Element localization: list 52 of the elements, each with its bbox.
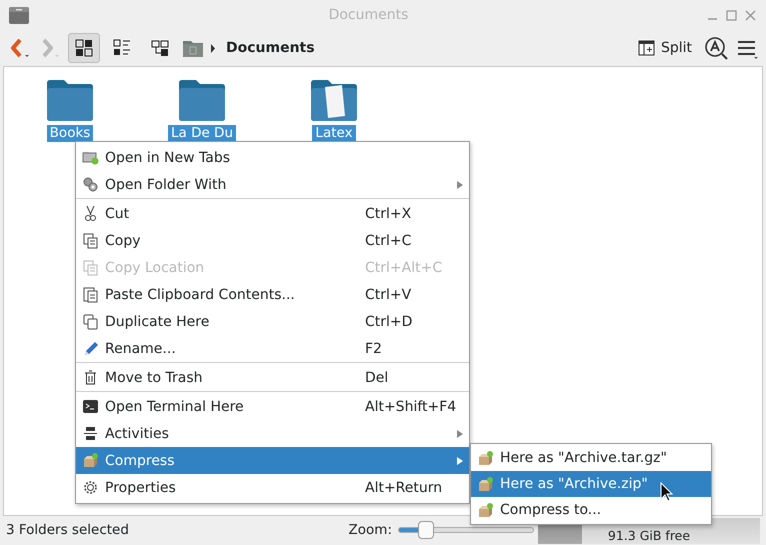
trash-icon [82, 369, 99, 386]
menu-item[interactable]: Move to Trash Del [76, 364, 469, 392]
menu-item[interactable]: Copy Ctrl+C [76, 227, 469, 254]
status-text: 3 Folders selected [6, 522, 129, 538]
folder-icon[interactable] [46, 79, 94, 121]
folder-icon[interactable] [178, 79, 226, 121]
package-icon [477, 502, 494, 518]
zoom-label: Zoom: [348, 522, 392, 538]
breadcrumb-arrow-icon [210, 44, 216, 52]
activities-icon [82, 425, 99, 442]
copy-icon [82, 259, 99, 276]
submenu-arrow-icon [457, 430, 463, 438]
menu-item[interactable]: Rename... F2 [76, 335, 469, 363]
app-icon [8, 5, 30, 25]
terminal-icon [82, 398, 99, 415]
breadcrumb-item[interactable]: Documents [226, 40, 315, 56]
clipboard-icon [82, 286, 99, 303]
icons-view-icon[interactable] [68, 33, 100, 63]
scissors-icon [82, 205, 99, 222]
slider-thumb[interactable] [418, 521, 434, 539]
menu-item[interactable]: Here as "Archive.zip" [471, 471, 711, 497]
folder-icon[interactable] [182, 38, 204, 58]
menu-item[interactable]: Here as "Archive.tar.gz" [471, 445, 711, 471]
menu-item[interactable]: Duplicate Here Ctrl+D [76, 308, 469, 335]
cursor-icon [660, 482, 674, 502]
package-icon [477, 450, 494, 466]
package-icon [477, 476, 494, 492]
menu-item[interactable]: Open Folder With [76, 171, 469, 199]
menu-item[interactable]: Cut Ctrl+X [76, 200, 469, 227]
menu-item[interactable]: Activities [76, 420, 469, 447]
menu-item[interactable]: Compress [76, 447, 469, 474]
split-view-icon [638, 40, 655, 56]
tabs-icon [82, 149, 99, 166]
package-icon [82, 452, 99, 469]
menu-item[interactable]: Open Terminal Here Alt+Shift+F4 [76, 393, 469, 420]
document-folder-icon[interactable] [310, 79, 358, 121]
menu-item[interactable]: Properties Alt+Return [76, 474, 469, 501]
duplicate-icon [82, 313, 99, 330]
menu-item[interactable]: Paste Clipboard Contents... Ctrl+V [76, 281, 469, 308]
submenu-arrow-icon [457, 180, 463, 188]
pencil-icon [82, 340, 99, 357]
split-button[interactable]: Split [632, 38, 698, 58]
search-icon[interactable] [704, 36, 730, 60]
gear-icon [82, 479, 99, 496]
back-icon[interactable] [8, 37, 32, 59]
window-title: Documents [328, 7, 410, 23]
menu-item[interactable]: Compress to... [471, 497, 711, 523]
submenu-arrow-icon [457, 456, 463, 464]
menu-item[interactable]: Open in New Tabs [76, 144, 469, 171]
free-space-text: 91.3 GiB free [608, 528, 690, 544]
copy-icon [82, 232, 99, 249]
gears-icon [82, 176, 99, 193]
